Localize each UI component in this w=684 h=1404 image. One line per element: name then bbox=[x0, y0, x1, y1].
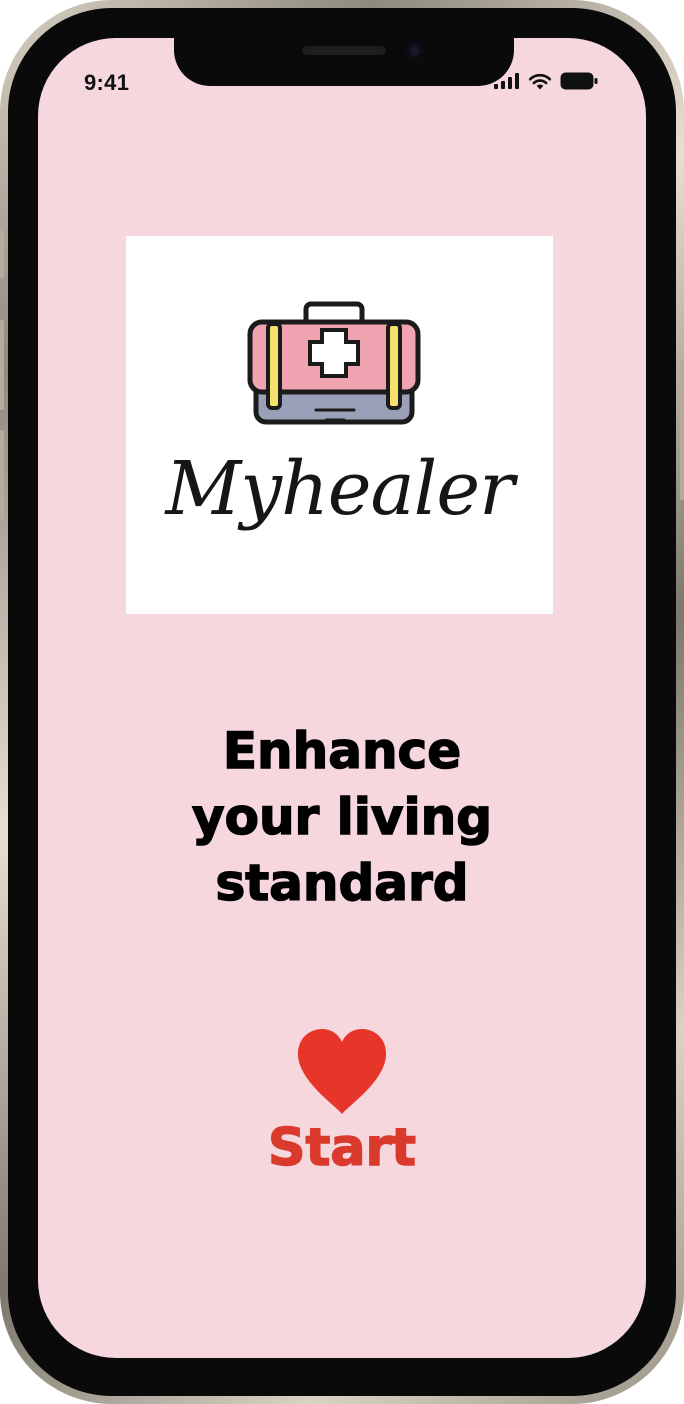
phone-frame: 9:41 Myhealer Enhance your living standa… bbox=[0, 0, 684, 1404]
speaker-grille bbox=[302, 46, 386, 55]
power-button bbox=[680, 360, 684, 500]
app-logo: Myhealer bbox=[126, 236, 553, 614]
app-screen: 9:41 Myhealer Enhance your living standa… bbox=[38, 38, 646, 1358]
brand-name: Myhealer bbox=[165, 446, 515, 532]
heart-icon[interactable] bbox=[296, 1028, 388, 1116]
cellular-signal-icon bbox=[494, 73, 519, 89]
medical-kit-icon bbox=[247, 301, 421, 425]
tagline-line-3: standard bbox=[215, 853, 469, 913]
tagline-line-2: your living bbox=[191, 787, 493, 847]
tagline: Enhance your living standard bbox=[38, 718, 646, 916]
wifi-icon bbox=[528, 73, 552, 89]
camera-icon bbox=[406, 42, 424, 60]
volume-down-button bbox=[0, 430, 4, 520]
tagline-line-1: Enhance bbox=[222, 721, 462, 781]
notch bbox=[174, 38, 514, 86]
start-button[interactable]: Start bbox=[238, 1028, 446, 1188]
status-time: 9:41 bbox=[84, 70, 130, 95]
mute-switch bbox=[0, 230, 4, 278]
start-label[interactable]: Start bbox=[238, 1117, 446, 1179]
battery-icon bbox=[560, 72, 598, 90]
status-icons bbox=[494, 72, 598, 90]
volume-up-button bbox=[0, 320, 4, 410]
